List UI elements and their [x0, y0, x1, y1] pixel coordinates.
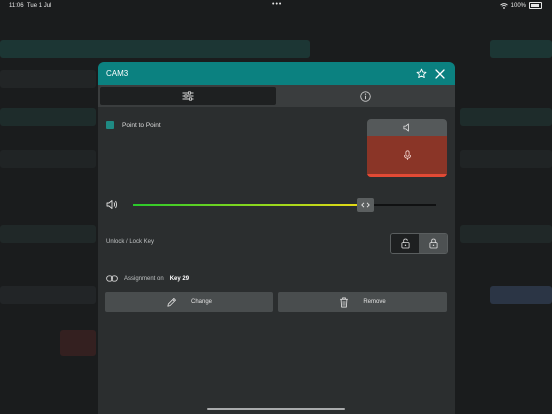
bg-block	[0, 40, 310, 58]
bg-block	[0, 225, 96, 243]
point-to-point-row[interactable]: Point to Point	[106, 121, 161, 129]
volume-slider-fill	[133, 204, 366, 206]
tab-info[interactable]	[278, 87, 453, 105]
lock-button[interactable]	[419, 234, 447, 253]
bg-block	[490, 286, 552, 304]
lock-key-toggle	[390, 233, 448, 254]
home-indicator[interactable]	[207, 408, 345, 410]
trash-icon	[340, 297, 349, 307]
sliders-icon	[182, 91, 194, 101]
bg-block	[460, 150, 552, 168]
bg-block	[0, 150, 96, 168]
microphone-button[interactable]	[367, 136, 447, 177]
bg-block	[0, 286, 96, 304]
bg-block	[490, 40, 552, 58]
assignment-key: Key 29	[169, 275, 190, 282]
status-date: Tue 1 Jul	[26, 3, 52, 9]
remove-button[interactable]: Remove	[278, 292, 447, 312]
change-button-label: Change	[190, 299, 213, 305]
status-clock: 11:06	[9, 3, 24, 9]
speaker-button[interactable]	[367, 119, 447, 136]
status-bar: 11:06 Tue 1 Jul ••• 100%	[0, 0, 552, 12]
dialog-tabbar	[98, 85, 455, 107]
volume-row	[106, 198, 439, 212]
status-time: 11:06 Tue 1 Jul	[9, 3, 51, 9]
microphone-icon	[403, 149, 411, 160]
status-right: 100%	[499, 2, 542, 9]
battery-icon	[529, 2, 542, 9]
dialog-titlebar: CAM3	[98, 62, 455, 85]
tab-settings[interactable]	[100, 87, 276, 105]
bg-block	[460, 225, 552, 243]
lock-key-label: Unlock / Lock Key	[106, 239, 155, 245]
volume-icon	[106, 200, 117, 209]
assignment-prefix: Assignment on	[124, 275, 164, 282]
bg-block	[60, 330, 96, 356]
wifi-icon	[499, 2, 508, 9]
battery-percent: 100%	[510, 2, 526, 9]
change-button[interactable]: Change	[105, 292, 273, 312]
lock-icon	[428, 238, 438, 249]
bg-block	[0, 70, 96, 88]
assignment-row: Assignment on Key 29	[106, 275, 189, 282]
point-to-point-label: Point to Point	[122, 121, 161, 129]
bg-block	[460, 108, 552, 126]
bg-block	[0, 108, 96, 126]
close-icon[interactable]	[433, 67, 446, 80]
chevrons-horizontal-icon	[361, 202, 370, 208]
info-icon	[360, 90, 371, 102]
unlock-icon	[400, 238, 410, 249]
volume-slider[interactable]	[133, 198, 436, 212]
point-to-point-checkbox[interactable]	[106, 121, 114, 129]
star-icon[interactable]	[415, 67, 428, 80]
link-icon	[106, 275, 118, 282]
speaker-icon	[402, 123, 409, 132]
audio-mode-panel	[367, 119, 447, 177]
dialog-title: CAM3	[106, 69, 129, 78]
pencil-icon	[167, 297, 176, 307]
multitask-dots[interactable]: •••	[272, 1, 282, 8]
remove-button-label: Remove	[363, 299, 386, 305]
device-dialog: CAM3 Point to Point Unlock / Lock Key As…	[98, 62, 455, 414]
volume-slider-thumb[interactable]	[357, 198, 374, 212]
unlock-button[interactable]	[391, 234, 419, 253]
